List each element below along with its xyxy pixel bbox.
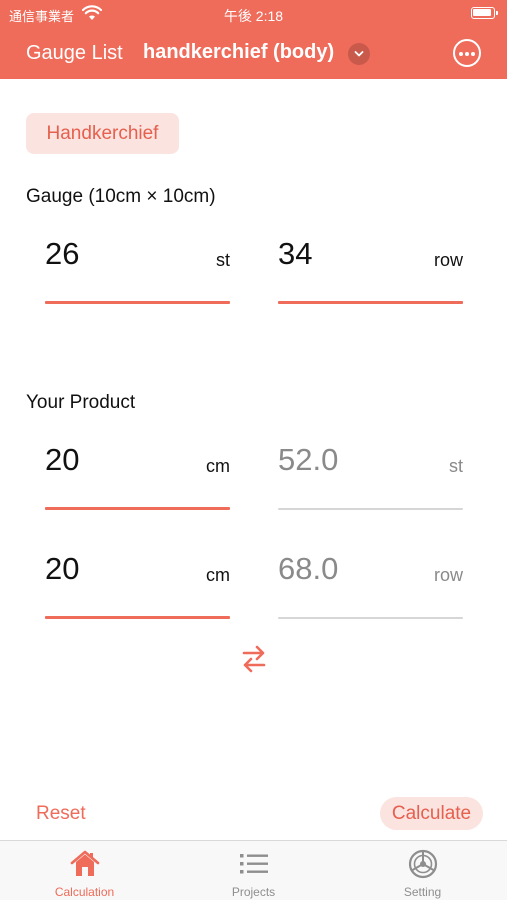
category-tag[interactable]: Handkerchief <box>26 113 179 154</box>
result-stitches-value: 52.0 <box>278 442 339 477</box>
field-underline <box>278 301 463 304</box>
chevron-down-icon[interactable] <box>348 43 370 65</box>
product-width-value[interactable]: 20 <box>45 442 79 478</box>
product-length-field[interactable]: 20 cm <box>45 539 230 619</box>
navigation-bar: Gauge List handkerchief (body) <box>0 28 507 79</box>
product-length-unit: cm <box>206 565 230 585</box>
field-underline <box>45 616 230 619</box>
product-length-value[interactable]: 20 <box>45 551 79 587</box>
gauge-section-label: Gauge (10cm × 10cm) <box>26 186 216 207</box>
gauge-stitches-value[interactable]: 26 <box>45 236 79 272</box>
gauge-rows-value[interactable]: 34 <box>278 236 312 272</box>
battery-icon <box>471 7 498 19</box>
tab-calculation[interactable]: Calculation <box>0 841 169 900</box>
status-bar: 通信事業者 午後 2:18 <box>0 0 507 28</box>
field-underline <box>45 507 230 510</box>
result-stitches-field: 52.0 st <box>278 430 463 510</box>
back-button[interactable]: Gauge List <box>26 42 123 65</box>
tab-projects[interactable]: Projects <box>169 841 338 900</box>
gauge-stitches-unit: st <box>215 250 230 270</box>
result-rows-value: 68.0 <box>278 551 339 586</box>
field-underline <box>278 617 463 619</box>
gauge-title[interactable]: handkerchief (body) <box>143 41 334 64</box>
product-width-field[interactable]: 20 cm <box>45 430 230 510</box>
status-time: 午後 2:18 <box>223 8 284 24</box>
field-underline <box>278 508 463 510</box>
app-header: 通信事業者 午後 2:18 Gauge List handkerchief (b… <box>0 0 507 79</box>
gauge-rows-unit: row <box>433 250 463 270</box>
reset-button[interactable]: Reset <box>36 803 86 825</box>
list-icon <box>240 854 268 874</box>
tab-setting-label: Setting <box>403 885 442 899</box>
result-rows-field: 68.0 row <box>278 539 463 619</box>
tab-calculation-label: Calculation <box>54 885 115 899</box>
more-options-icon[interactable] <box>453 39 481 67</box>
product-section-label: Your Product <box>26 392 136 413</box>
tab-setting[interactable]: Setting <box>338 841 507 900</box>
tab-projects-label: Projects <box>231 885 276 899</box>
result-rows-unit: row <box>433 565 463 585</box>
home-icon <box>70 850 100 876</box>
tab-bar: Calculation Projects Setting <box>0 840 507 900</box>
swap-icon[interactable] <box>240 644 268 674</box>
calculate-button[interactable]: Calculate <box>380 797 483 830</box>
settings-wheel-icon <box>408 849 438 879</box>
product-width-unit: cm <box>206 456 230 476</box>
result-stitches-unit: st <box>448 456 463 476</box>
gauge-stitches-field[interactable]: 26 st <box>45 224 230 304</box>
gauge-rows-field[interactable]: 34 row <box>278 224 463 304</box>
field-underline <box>45 301 230 304</box>
